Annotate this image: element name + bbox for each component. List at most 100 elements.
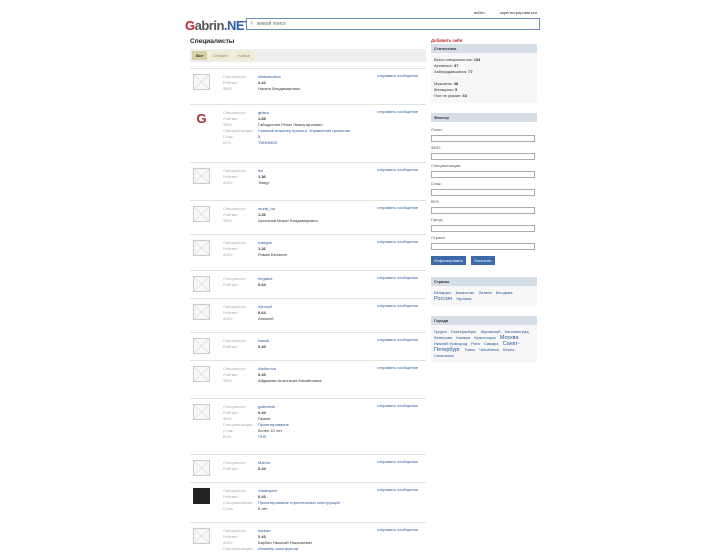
card-row-fio: ФИО: Роман Белапин (223, 252, 426, 258)
countries-tag[interactable]: Россия (434, 296, 452, 302)
row-value-spec[interactable]: Главный инженер проекта, Управление прое… (258, 128, 350, 134)
row-label: ФИО: (223, 252, 234, 257)
avatar[interactable] (193, 206, 210, 222)
row-value-spec[interactable]: Проектирование строительных конструкций (258, 500, 340, 506)
send-message-link[interactable]: отправить сообщение (377, 275, 418, 280)
card-row-fio: ФИО: Абдимова Анастасия Михайловна (223, 378, 426, 384)
avatar[interactable] (193, 304, 210, 320)
cities-tag[interactable]: Самара (484, 341, 499, 346)
row-value-vuz[interactable]: ПНЛ (258, 434, 266, 440)
avatar[interactable] (193, 338, 210, 354)
filter-city-input[interactable] (431, 225, 535, 232)
specialist-card: отправить сообщение Специалист: Vladexpert… (190, 482, 426, 522)
avatar[interactable] (193, 240, 210, 256)
cities-tag[interactable]: Киевжа (456, 335, 470, 340)
cities-tag[interactable]: Рига (471, 341, 480, 346)
cities-tag[interactable]: Жуковский (481, 329, 501, 334)
search-icon: ⚲ (250, 21, 254, 27)
clear-filter-button[interactable]: Очистить (471, 256, 495, 265)
filter-spec-input[interactable] (431, 171, 535, 178)
stats-title: Статистика (431, 44, 537, 53)
card-row-fio: ФИО: Алексей (223, 316, 426, 322)
card-row-rating: Рейтинг: 0.43 (223, 344, 426, 350)
filter-spec-label: Специализация: (431, 163, 462, 168)
cities-tag[interactable]: Красноярск (474, 335, 495, 340)
specialist-card: отправить сообщение Специалист: koknik Рейт… (190, 332, 426, 360)
cities-tag[interactable]: Томск (464, 347, 475, 352)
countries-tag[interactable]: Казахстан (456, 290, 475, 295)
cities-tag[interactable]: Гродно (434, 329, 447, 334)
row-value-vuz[interactable]: ТИНИМСК (258, 140, 278, 146)
filter-tabs: Все Онлайн Новые (190, 49, 426, 62)
avatar[interactable] (193, 404, 210, 420)
cities-box: Города Гродно Екатеринбург Жуковский Кал… (431, 316, 537, 363)
cities-tag[interactable]: Екатеринбург (451, 329, 476, 334)
row-label: ФИО: (223, 316, 234, 321)
register-link[interactable]: зарегистрироваться (500, 10, 537, 15)
apply-filter-button[interactable]: Отфильтровать (431, 256, 466, 265)
row-value-rating: 0.43 (258, 344, 266, 349)
filter-fio-input[interactable] (431, 153, 535, 160)
site-logo[interactable]: Gabrin.NET (185, 18, 252, 33)
avatar[interactable] (193, 460, 210, 476)
send-message-link[interactable]: отправить сообщение (377, 365, 418, 370)
avatar[interactable] (193, 168, 210, 184)
specialist-card: отправить сообщение Специалист: nikitaskot… (190, 68, 426, 104)
countries-tag[interactable]: Беларусь (434, 290, 452, 295)
login-link[interactable]: войти (474, 10, 485, 15)
send-message-link[interactable]: отправить сообщение (377, 73, 418, 78)
tab-new[interactable]: Новые (233, 51, 255, 60)
send-message-link[interactable]: отправить сообщение (377, 337, 418, 342)
placeholder-image-icon (194, 405, 209, 419)
send-message-link[interactable]: отправить сообщение (377, 459, 418, 464)
avatar[interactable] (193, 528, 210, 544)
send-message-link[interactable]: отправить сообщение (377, 205, 418, 210)
page-title: Специалисты (190, 38, 235, 45)
filter-login-input[interactable] (431, 135, 535, 142)
specialist-card: отправить сообщение Специалист: murat_ha Ре… (190, 200, 426, 234)
countries-tag[interactable]: Латвия (479, 290, 492, 295)
specialist-card: отправить сообщение Специалист: Alexey9 Рей… (190, 298, 426, 332)
row-value-fio: Тимур (258, 180, 270, 185)
countries-box: Страны Беларусь Казахстан Латвия Молдова… (431, 277, 537, 306)
avatar[interactable] (193, 276, 210, 292)
specialist-card: отправить сообщение Специалист: Abdimova Ре… (190, 360, 426, 398)
avatar[interactable]: G (193, 110, 210, 126)
stats-box: Статистика Всего специалистов: 194 Актив… (431, 44, 537, 103)
filter-box: Фильтр Логин ФИО: Специализация: Стаж: В… (431, 113, 537, 267)
filter-country-input[interactable] (431, 243, 535, 250)
send-message-link[interactable]: отправить сообщение (377, 167, 418, 172)
add-me-link[interactable]: Добавить себя (431, 38, 537, 43)
avatar[interactable] (193, 366, 210, 382)
card-row-rating: Рейтинг: 0.43 (223, 466, 426, 472)
search-box: ⚲ (246, 18, 540, 30)
send-message-link[interactable]: отправить сообщение (377, 303, 418, 308)
row-value-fio: Абдимова Анастасия Михайловна (258, 378, 322, 383)
tab-all[interactable]: Все (192, 51, 208, 60)
countries-tag[interactable]: Молдова (496, 290, 513, 295)
send-message-link[interactable]: отправить сообщение (377, 239, 418, 244)
row-value-fio: Никита Владимирович (258, 86, 300, 91)
avatar[interactable] (193, 488, 210, 504)
filter-exp-input[interactable] (431, 189, 535, 196)
search-input[interactable] (247, 19, 539, 29)
countries-tag[interactable]: Украина (456, 296, 471, 301)
placeholder-image-icon (194, 241, 209, 255)
send-message-link[interactable]: отправить сообщение (377, 527, 418, 532)
countries-title: Страны (431, 277, 537, 286)
send-message-link[interactable]: отправить сообщение (377, 487, 418, 492)
tab-online[interactable]: Онлайн (209, 51, 232, 60)
cities-tag[interactable]: Челябинск (479, 347, 499, 352)
row-label: ВУЗ: (223, 434, 232, 439)
top-nav: войти зарегистрироваться (460, 10, 537, 15)
send-message-link[interactable]: отправить сообщение (377, 109, 418, 114)
cities-tag[interactable]: Калининград (505, 329, 529, 334)
placeholder-image-icon (194, 75, 209, 89)
cities-tag[interactable]: Нижний Новгород (434, 341, 467, 346)
send-message-link[interactable]: отправить сообщение (377, 403, 418, 408)
avatar[interactable] (193, 74, 210, 90)
filter-vuz-input[interactable] (431, 207, 535, 214)
row-value-spec[interactable]: Инженер-конструктор (258, 546, 298, 552)
cities-tag[interactable]: Кемерово (434, 335, 452, 340)
filter-city-label: Город: (431, 217, 443, 222)
